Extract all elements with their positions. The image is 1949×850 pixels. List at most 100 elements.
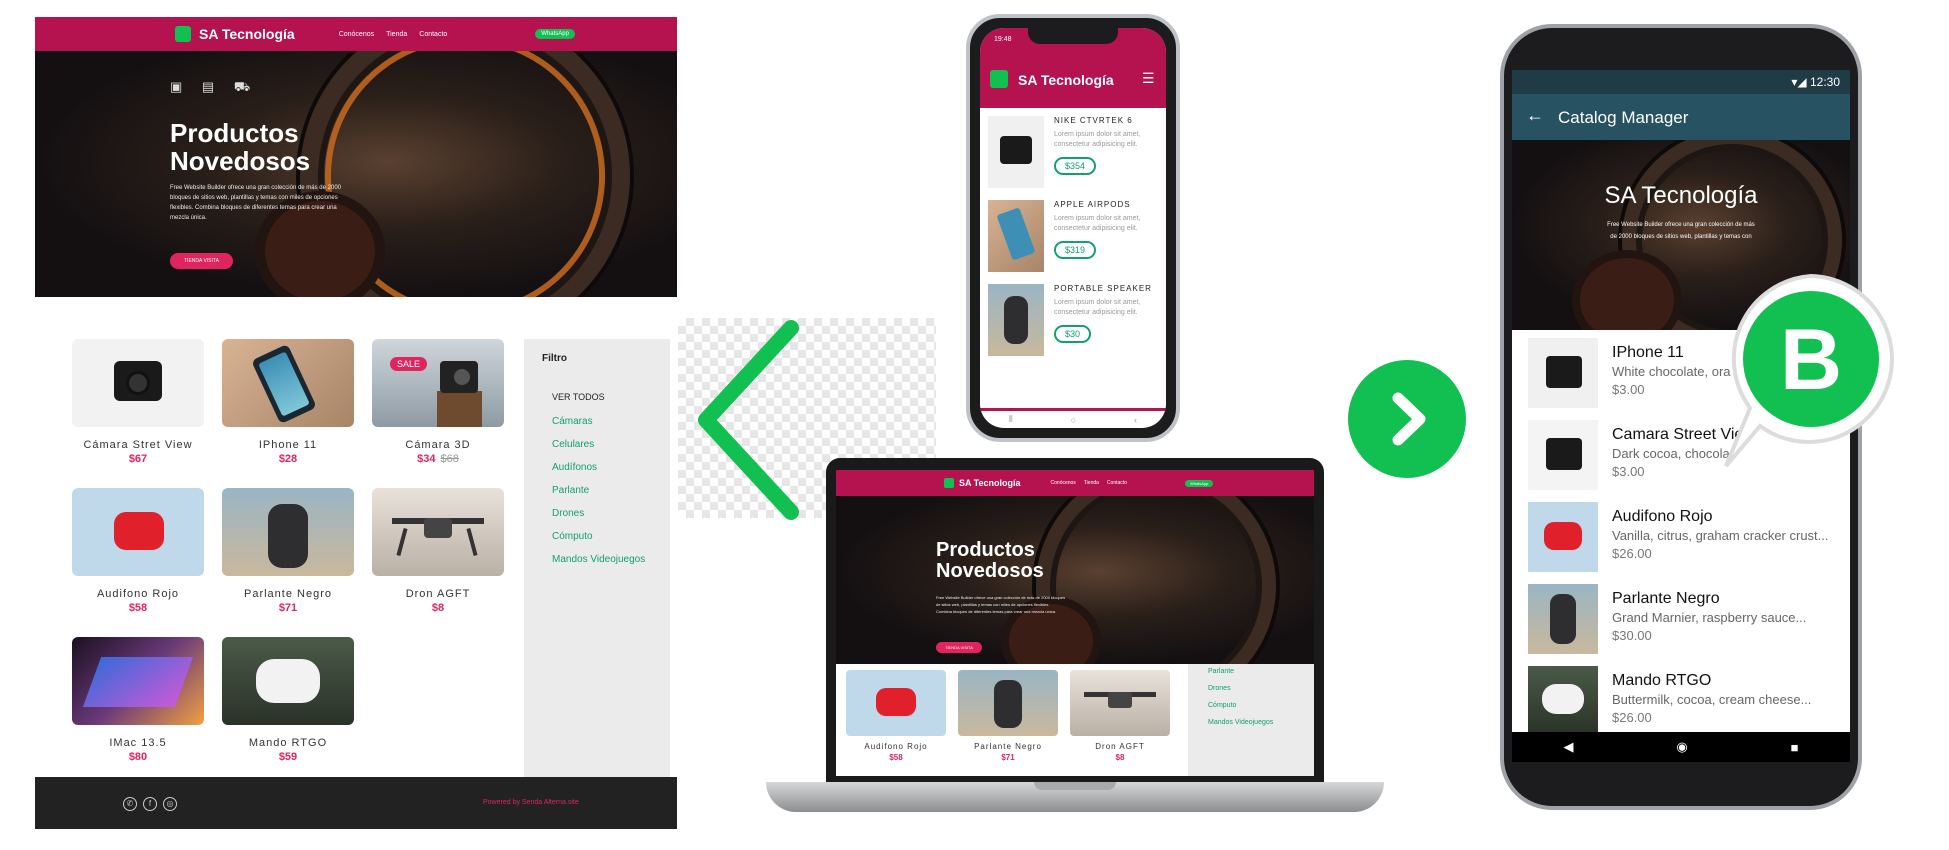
laptop-screen: SA Tecnología Conócenos Tienda Contacto … <box>836 470 1314 776</box>
filter-title: Filtro <box>542 353 567 364</box>
desktop-navbar: SA Tecnología Conócenos Tienda Contacto … <box>35 17 677 51</box>
hero-text: Free Website Builder ofrece una gran col… <box>170 185 341 221</box>
catalog-item[interactable]: Parlante Negro Grand Marnier, raspberry … <box>1512 578 1850 660</box>
filter-cameras[interactable]: Cámaras <box>552 416 652 427</box>
filter-headphones[interactable]: Audífonos <box>552 462 652 473</box>
android-status-bar: ▾◢ 12:30 <box>1512 70 1850 94</box>
product-card[interactable]: Mando RTGO $59 <box>222 637 354 763</box>
whatsapp-business-logo: B <box>1720 268 1902 480</box>
speaker-image <box>988 284 1044 356</box>
product-card[interactable]: Cámara Stret View $67 <box>72 339 204 465</box>
product-card[interactable]: Audifono Rojo $58 <box>72 488 204 614</box>
back-icon[interactable]: ‹ <box>1134 415 1137 425</box>
menu-icon[interactable]: ☰ <box>1142 70 1155 87</box>
product-grid: Cámara Stret View $67 IPhone 11 $28 SALE… <box>35 297 535 763</box>
logo-icon <box>175 26 191 42</box>
laptop-filter-sidebar: Parlante Drones Cómputo Mandos Videojueg… <box>1188 664 1314 776</box>
app-title: Catalog Manager <box>1558 108 1689 127</box>
devices-icon[interactable]: ▤ <box>202 79 222 94</box>
store-icon[interactable]: ▣ <box>170 79 190 94</box>
camera-image <box>1528 338 1598 408</box>
camera-image <box>72 339 204 427</box>
cart-icon[interactable]: ⛟ <box>234 79 258 94</box>
camera-3d-image: SALE <box>372 339 504 427</box>
product-card[interactable]: IPhone 11 $28 <box>222 339 354 465</box>
back-arrow-icon[interactable]: ← <box>1526 105 1544 126</box>
phone-header: 19:48 SA Tecnología ☰ <box>980 28 1166 108</box>
camera-image <box>988 116 1044 188</box>
product-card[interactable]: SALE Cámara 3D $34 $68 <box>372 339 504 465</box>
speaker-image <box>958 670 1058 736</box>
nav-link-about[interactable]: Conócenos <box>339 31 374 38</box>
drone-image <box>1070 670 1170 736</box>
instagram-icon[interactable]: ◎ <box>163 797 177 811</box>
android-nav-bar: ◀ ◉ ■ <box>1512 732 1850 762</box>
desktop-footer: ✆ f ◎ Powered by Senda Alterna.site <box>35 777 677 829</box>
phone-list: NIKE CTVRTEK 6 Lorem ipsum dolor sit ame… <box>980 108 1166 408</box>
product-card[interactable]: Parlante Negro $71 <box>222 488 354 614</box>
whatsapp-icon[interactable]: ✆ <box>123 797 137 811</box>
filter-all[interactable]: VER TODOS <box>552 392 652 402</box>
product-card[interactable]: Audifono Rojo $58 <box>846 670 946 762</box>
sale-badge: SALE <box>390 357 428 371</box>
facebook-icon[interactable]: f <box>143 797 157 811</box>
imac-image <box>72 637 204 725</box>
hero-title: Productos Novedosos <box>170 118 311 176</box>
airpods-image <box>846 670 946 736</box>
filter-drones[interactable]: Drones <box>552 508 652 519</box>
laptop-products: Audifono Rojo $58 Parlante Negro $71 Dro… <box>836 664 1314 776</box>
signal-icon: ▾◢ <box>1791 75 1807 89</box>
chevron-right-icon <box>1392 392 1426 446</box>
airpods-image <box>72 488 204 576</box>
badge-letter: B <box>1780 312 1842 408</box>
iphone-image <box>988 200 1044 272</box>
whatsapp-nav-button[interactable]: WhatsApp <box>535 29 575 39</box>
filter-controllers[interactable]: Mandos Videojuegos <box>552 554 652 565</box>
product-card[interactable]: Parlante Negro $71 <box>958 670 1058 762</box>
laptop-device: SA Tecnología Conócenos Tienda Contacto … <box>826 458 1324 782</box>
product-card[interactable]: IMac 13.5 $80 <box>72 637 204 763</box>
product-card[interactable]: Dron AGFT $8 <box>372 488 504 614</box>
home-nav-icon[interactable]: ◉ <box>1676 739 1687 755</box>
catalog-item[interactable]: Audifono Rojo Vanilla, citrus, graham cr… <box>1512 496 1850 578</box>
hero-cta-button[interactable]: TIENDA VISITA <box>170 253 233 269</box>
controller-image <box>222 637 354 725</box>
home-icon[interactable]: ○ <box>1071 415 1076 425</box>
footer-powered-link[interactable]: Powered by Senda Alterna.site <box>483 799 579 806</box>
recents-icon[interactable]: ⦀ <box>1009 414 1013 425</box>
recents-nav-icon[interactable]: ■ <box>1791 740 1799 755</box>
nav-link-store[interactable]: Tienda <box>386 31 407 38</box>
whatsapp-business-icon: B <box>1724 273 1894 468</box>
filter-sidebar: Filtro VER TODOS Cámaras Celulares Audíf… <box>524 339 670 785</box>
speaker-image <box>222 488 354 576</box>
logo-icon <box>990 70 1008 88</box>
desktop-hero: ▣ ▤ ⛟ Productos Novedosos Free Website B… <box>35 51 677 297</box>
controller-image <box>1528 666 1598 736</box>
catalog-item[interactable]: Mando RTGO Buttermilk, cocoa, cream chee… <box>1512 660 1850 742</box>
logo-icon <box>944 478 954 488</box>
laptop-base <box>766 782 1384 812</box>
airpods-image <box>1528 502 1598 572</box>
laptop-hero: Productos Novedosos Free Website Builder… <box>836 496 1314 664</box>
phone-device: 19:48 SA Tecnología ☰ NIKE CTVRTEK 6 Lor… <box>966 14 1180 442</box>
android-app-bar: ← Catalog Manager <box>1512 94 1850 140</box>
speaker-image <box>1528 584 1598 654</box>
product-card[interactable]: Dron AGFT $8 <box>1070 670 1170 762</box>
drone-image <box>372 488 504 576</box>
brand-name[interactable]: SA Tecnología <box>199 26 295 42</box>
chevron-left-icon[interactable] <box>686 318 806 522</box>
phone-notch <box>1028 28 1118 44</box>
nav-link-contact[interactable]: Contacto <box>419 31 447 38</box>
camera-image <box>1528 420 1598 490</box>
next-arrow-button[interactable] <box>1348 360 1466 478</box>
filter-phones[interactable]: Celulares <box>552 439 652 450</box>
phone-screen: 19:48 SA Tecnología ☰ NIKE CTVRTEK 6 Lor… <box>980 28 1166 428</box>
back-nav-icon[interactable]: ◀ <box>1563 739 1573 755</box>
iphone-image <box>222 339 354 427</box>
phone-nav-bar: ⦀ ○ ‹ <box>980 408 1166 428</box>
filter-computing[interactable]: Cómputo <box>552 531 652 542</box>
desktop-site: SA Tecnología Conócenos Tienda Contacto … <box>35 17 677 829</box>
filter-speakers[interactable]: Parlante <box>552 485 652 496</box>
laptop-navbar: SA Tecnología Conócenos Tienda Contacto … <box>836 470 1314 496</box>
phone-list-item[interactable]: PORTABLE SPEAKER Lorem ipsum dolor sit a… <box>980 284 1166 384</box>
